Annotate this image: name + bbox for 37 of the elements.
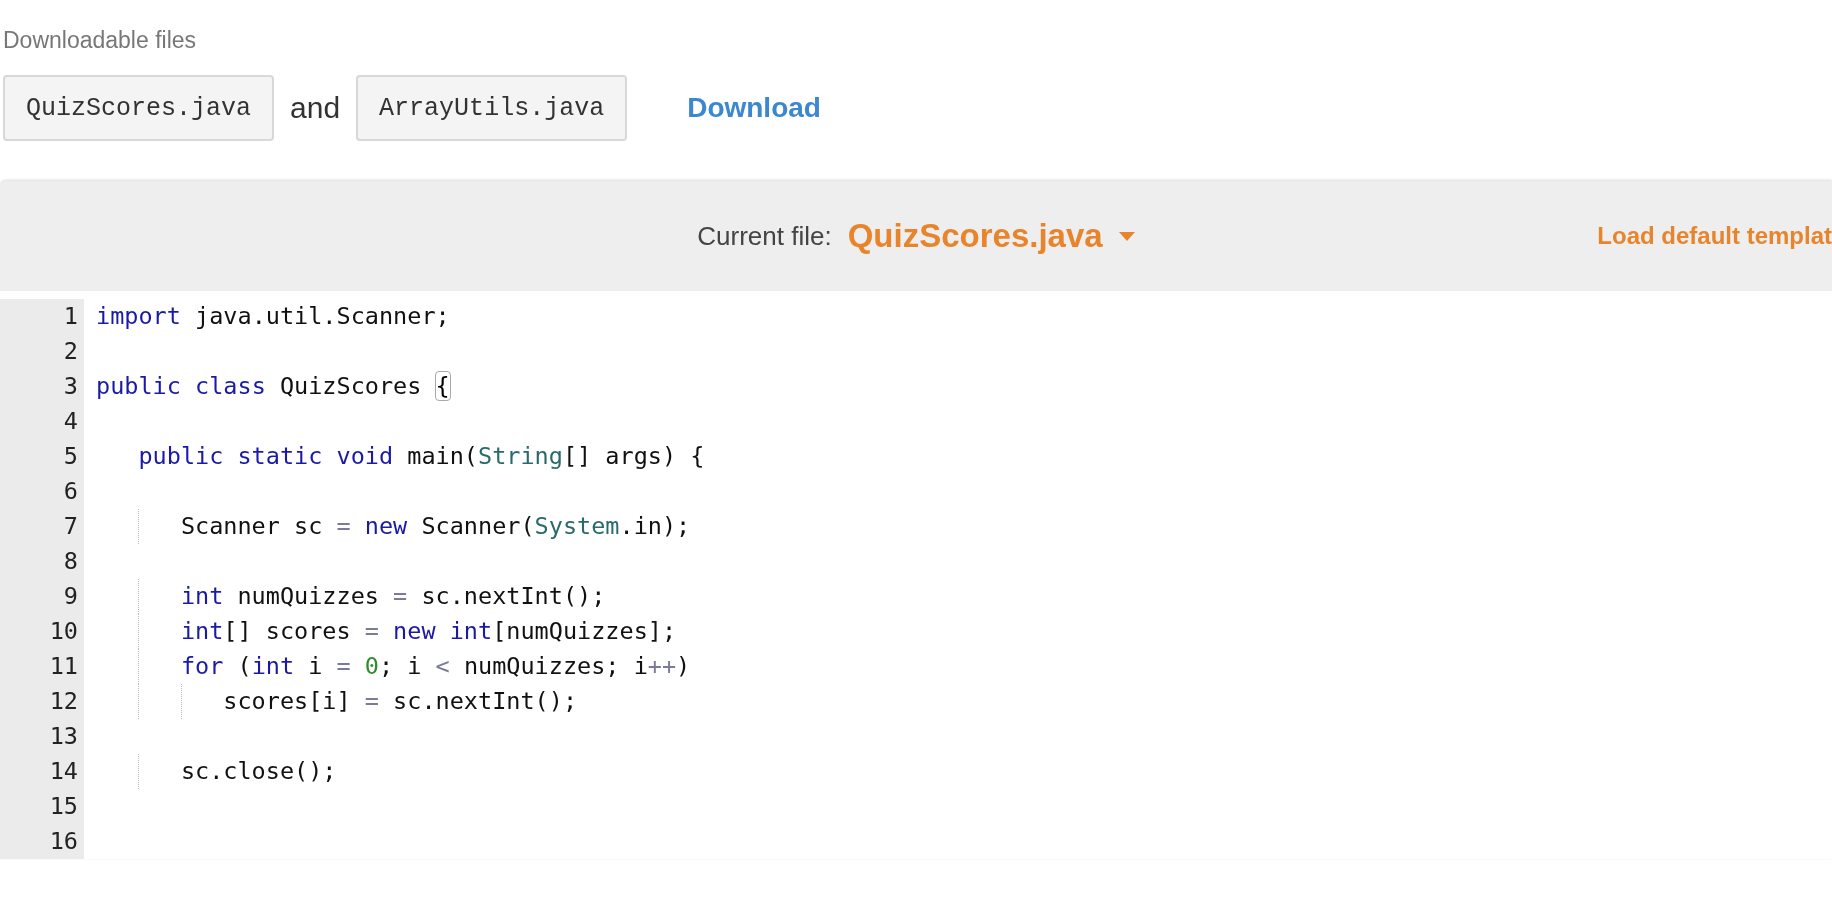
section-label: Downloadable files [2,26,198,54]
line-number: 11 [0,649,84,684]
line-number: 16 [0,824,84,859]
code-line: import java.util.Scanner; [96,302,450,330]
current-file-label: Current file: [697,220,832,252]
line-number: 1 [0,299,84,334]
line-number: 2 [0,334,84,369]
caret-icon [1118,231,1135,241]
code-line: for (int i = 0; i < numQuizzes; i++) [180,652,691,680]
line-number: 14 [0,754,84,789]
line-number: 8 [0,544,84,579]
code-line: Scanner sc = new Scanner(System.in); [180,512,691,540]
line-number: 5 [0,439,84,474]
load-template-link[interactable]: Load default templat [1597,222,1832,250]
file-name-chip: QuizScores.java [3,75,275,141]
code-line: sc.close(); [180,757,337,785]
line-number: 12 [0,684,84,719]
line-number: 3 [0,369,84,404]
line-number: 13 [0,719,84,754]
line-number: 4 [0,404,84,439]
indent-guide [180,684,182,719]
line-number: 15 [0,789,84,824]
indent-guide [138,509,140,544]
file-dropdown[interactable]: QuizScores.java [847,217,1135,255]
joiner-text: and [290,91,341,125]
file-name-chip: ArrayUtils.java [356,75,628,141]
code-line: int numQuizzes = sc.nextInt(); [180,582,606,610]
code-line: public class QuizScores { [96,372,450,400]
code-line: int[] scores = new int[numQuizzes]; [180,617,677,645]
code-line: public static void main(String[] args) { [138,442,705,470]
download-link[interactable]: Download [687,92,821,124]
line-number: 7 [0,509,84,544]
line-number: 6 [0,474,84,509]
indent-guide [138,754,140,789]
code-line: scores[i] = sc.nextInt(); [223,687,578,715]
line-number: 10 [0,614,84,649]
line-number: 9 [0,579,84,614]
